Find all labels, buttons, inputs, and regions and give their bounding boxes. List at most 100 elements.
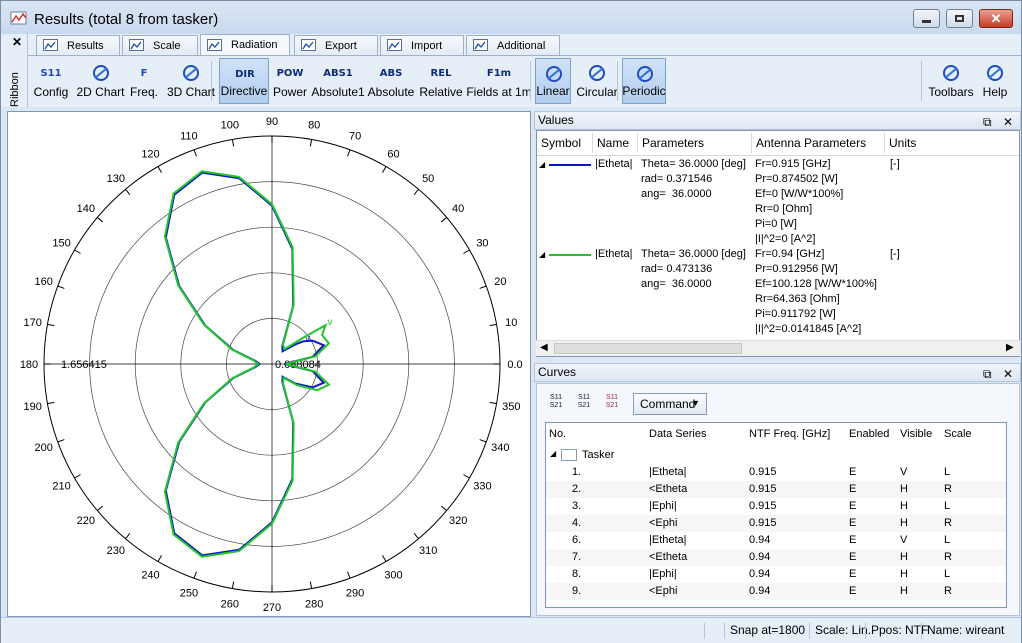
values-column-header[interactable]: Units xyxy=(885,133,1019,153)
tab-import[interactable]: Import xyxy=(380,35,464,55)
values-units: [-] xyxy=(890,158,900,170)
polar-angle-tick xyxy=(57,285,65,289)
tab-import-icon xyxy=(387,39,403,52)
scrollbar-thumb[interactable] xyxy=(554,343,742,354)
linear-icon xyxy=(541,63,567,85)
s11-s21-compare-icon[interactable]: S11 S21 xyxy=(574,394,594,414)
values-column-header[interactable]: Antenna Parameters xyxy=(752,133,885,153)
tasker-chart-icon xyxy=(561,449,577,461)
cell-scale: R xyxy=(944,551,952,563)
curves-column-header[interactable]: Visible xyxy=(900,428,932,440)
button-label: Toolbars xyxy=(928,85,974,99)
config-button[interactable]: S11 Config xyxy=(31,58,71,104)
table-row[interactable]: 8. |Ephi| 0.94 E H L xyxy=(546,566,1006,583)
button-label: Linear xyxy=(536,84,570,98)
absolute-button[interactable]: ABS Absolute xyxy=(368,58,415,104)
cell-visible: V xyxy=(900,466,908,478)
polar-angle-tick xyxy=(125,532,131,539)
periodic-icon xyxy=(632,63,658,85)
power-button[interactable]: POW Power xyxy=(271,58,309,104)
title-bar[interactable]: Results (total 8 from tasker) ✕ xyxy=(1,1,1021,34)
polar-angle-label: 240 xyxy=(141,569,159,581)
command-dropdown[interactable]: Command ▼ xyxy=(633,393,707,415)
3d-chart-button[interactable]: 3D Chart xyxy=(165,58,217,104)
button-label: 2D Chart xyxy=(76,85,125,99)
tab-scale[interactable]: Scale xyxy=(122,35,198,55)
relative-button[interactable]: REL Relative xyxy=(419,58,463,104)
tab-additional[interactable]: Additional xyxy=(466,35,560,55)
polar-angle-tick xyxy=(382,166,387,173)
periodic-button[interactable]: Periodic xyxy=(622,58,666,104)
table-row[interactable]: 6. |Etheta| 0.94 E V L xyxy=(546,532,1006,549)
expand-icon[interactable]: ◢ xyxy=(539,160,545,169)
float-panel-icon[interactable]: ⧉ xyxy=(983,366,992,383)
cell-series: |Etheta| xyxy=(649,534,687,546)
tree-group-row[interactable]: ◢ Tasker xyxy=(546,447,1006,464)
s11-s21-icon[interactable]: S11 S21 xyxy=(546,394,566,414)
toolbars-button[interactable]: Toolbars xyxy=(927,58,975,104)
cell-series: <Etheta xyxy=(649,483,688,495)
help-button[interactable]: Help xyxy=(978,58,1012,104)
table-row[interactable]: 2. <Etheta 0.915 E H R xyxy=(546,481,1006,498)
restore-icon xyxy=(955,15,964,22)
values-column-header[interactable]: Name xyxy=(593,133,638,153)
tab-export[interactable]: Export xyxy=(294,35,378,55)
s11-s21-delete-icon[interactable]: S11 S21 xyxy=(602,394,622,414)
fields-at-1m-button[interactable]: F1m Fields at 1m xyxy=(466,58,531,104)
values-panel-header: Values ⧉ ✕ xyxy=(534,111,1021,130)
curves-column-header[interactable]: NTF Freq. [GHz] xyxy=(749,428,830,440)
values-column-header[interactable]: Parameters xyxy=(638,133,752,153)
table-row[interactable]: 4. <Ephi 0.915 E H R xyxy=(546,515,1006,532)
absolute1-button[interactable]: ABS1 Absolute1 xyxy=(311,58,365,104)
tab-scale-icon xyxy=(129,39,145,52)
table-row[interactable]: 1. |Etheta| 0.915 E V L xyxy=(546,464,1006,481)
close-panel-icon[interactable]: ✕ xyxy=(1003,114,1013,131)
button-label: Periodic xyxy=(622,84,666,98)
polar-angle-tick xyxy=(309,581,313,589)
circular-button[interactable]: Circular xyxy=(575,58,619,104)
values-name: |Etheta| xyxy=(595,248,633,260)
2d-chart-icon xyxy=(88,62,114,84)
cell-enabled: E xyxy=(849,517,857,529)
polar-chart[interactable]: 0.0 10 20 30 40 50 60 70 80 90 100 110 120 130 140 150 1… xyxy=(8,112,530,616)
tab-label: Additional xyxy=(497,39,546,52)
float-panel-icon[interactable]: ⧉ xyxy=(983,114,992,131)
polar-angle-label: 120 xyxy=(141,149,159,161)
directive-button[interactable]: DIR Directive xyxy=(219,58,269,104)
scroll-right-icon[interactable]: ▶ xyxy=(1006,342,1014,353)
maximize-button[interactable] xyxy=(946,9,973,28)
table-row[interactable]: 3. |Ephi| 0.915 E H L xyxy=(546,498,1006,515)
polar-angle-tick xyxy=(413,189,419,196)
values-horizontal-scrollbar[interactable]: ◀ ▶ xyxy=(536,340,1020,356)
table-row[interactable]: 9. <Ephi 0.94 E H R xyxy=(546,583,1006,600)
table-row[interactable]: 7. <Etheta 0.94 E H R xyxy=(546,549,1006,566)
tab-strip-divider xyxy=(28,55,1021,56)
2d-chart-button[interactable]: 2D Chart xyxy=(76,58,125,104)
curves-column-header[interactable]: Enabled xyxy=(849,428,889,440)
ribbon-close-button[interactable]: ✕ xyxy=(12,35,22,49)
tab-radiation[interactable]: Radiation xyxy=(200,34,290,55)
icon-glyph: F xyxy=(140,67,148,79)
curves-column-header[interactable]: Data Series xyxy=(649,428,706,440)
tab-results[interactable]: Results xyxy=(36,35,120,55)
curves-column-header[interactable]: No. xyxy=(549,428,566,440)
close-button[interactable]: ✕ xyxy=(979,9,1013,28)
values-panel-title: Values xyxy=(538,113,574,127)
linear-button[interactable]: Linear xyxy=(535,58,571,104)
status-ppos: Ppos: NTF xyxy=(865,623,928,639)
close-icon: ✕ xyxy=(990,10,1002,26)
scroll-left-icon[interactable]: ◀ xyxy=(540,342,548,353)
expand-icon[interactable]: ◢ xyxy=(539,250,545,259)
values-column-header[interactable]: Symbol xyxy=(537,133,593,153)
curves-column-header[interactable]: Scale xyxy=(944,428,972,440)
cell-visible: H xyxy=(900,500,908,512)
cell-no: 2. xyxy=(572,483,582,495)
collapse-icon[interactable]: ◢ xyxy=(550,449,556,458)
polar-chart-area[interactable]: 0.0 10 20 30 40 50 60 70 80 90 100 110 120 130 140 150 1… xyxy=(7,111,531,617)
close-panel-icon[interactable]: ✕ xyxy=(1003,366,1013,383)
freq-button[interactable]: F Freq. xyxy=(127,58,161,104)
polar-angle-label: 180 xyxy=(20,359,38,371)
polar-angle-label: 230 xyxy=(107,545,125,557)
polar-angle-tick xyxy=(479,285,487,289)
minimize-button[interactable] xyxy=(913,9,940,28)
